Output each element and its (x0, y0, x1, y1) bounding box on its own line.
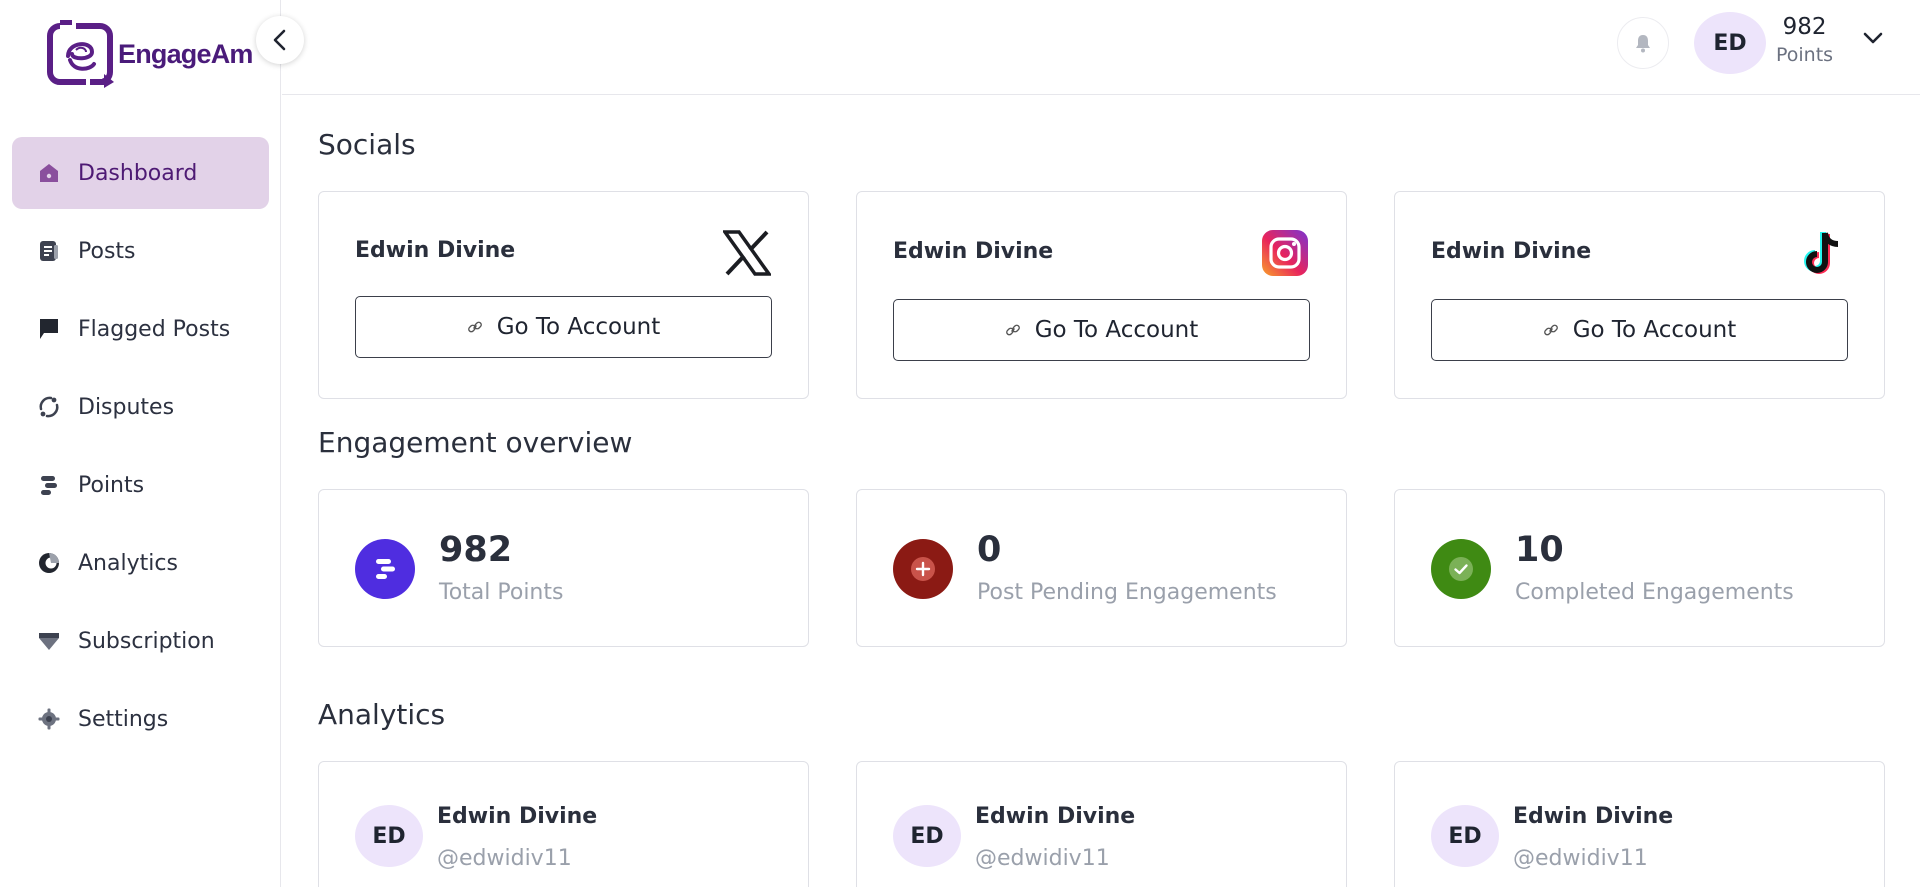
sidebar-item-label: Dashboard (78, 160, 198, 186)
logo-mark-icon (47, 20, 114, 88)
logo-text: EngageAm (118, 38, 253, 69)
user-menu-toggle[interactable] (1862, 30, 1884, 49)
stat-value: 10 (1515, 530, 1564, 570)
sidebar-nav: Dashboard Posts Flagged Posts Disputes P… (12, 137, 269, 761)
sidebar-item-points[interactable]: Points (12, 449, 269, 521)
go-to-account-button[interactable]: Go To Account (893, 299, 1310, 361)
go-to-account-label: Go To Account (496, 314, 661, 340)
plus-icon (893, 539, 953, 599)
flag-icon (36, 316, 62, 342)
header-points-label: Points (1776, 44, 1834, 66)
social-card-tiktok: Edwin Divine Go To Account (1394, 191, 1885, 399)
analytics-account-handle: @edwidiv11 (1513, 846, 1648, 871)
sidebar-item-flagged-posts[interactable]: Flagged Posts (12, 293, 269, 365)
sidebar-item-analytics[interactable]: Analytics (12, 527, 269, 599)
social-account-name: Edwin Divine (1431, 239, 1592, 264)
analytics-account-handle: @edwidiv11 (437, 846, 572, 871)
tiktok-logo-icon (1798, 228, 1848, 278)
stat-card-pending-engagements: 0 Post Pending Engagements (856, 489, 1347, 647)
chevron-left-icon (273, 29, 286, 51)
social-card-instagram: Edwin Divine Go To Account (856, 191, 1347, 399)
stat-card-total-points: 982 Total Points (318, 489, 809, 647)
stat-value: 982 (439, 530, 513, 570)
header-points-value: 982 (1782, 14, 1827, 40)
sidebar-item-label: Flagged Posts (78, 316, 231, 342)
disputes-icon (36, 394, 62, 420)
go-to-account-label: Go To Account (1034, 317, 1199, 343)
home-icon (36, 160, 62, 186)
x-logo-icon (722, 228, 772, 278)
check-icon (1431, 539, 1491, 599)
sidebar-item-subscription[interactable]: Subscription (12, 605, 269, 677)
link-icon (467, 319, 483, 335)
sidebar-item-settings[interactable]: Settings (12, 683, 269, 755)
sidebar: EngageAm Dashboard Posts Flagged Posts D… (0, 0, 281, 887)
engagement-overview-title: Engagement overview (318, 426, 633, 459)
analytics-account-handle: @edwidiv11 (975, 846, 1110, 871)
points-icon (355, 539, 415, 599)
avatar: ED (893, 805, 961, 867)
bell-icon (1636, 35, 1650, 53)
sidebar-item-label: Settings (78, 706, 169, 732)
socials-title: Socials (318, 128, 416, 161)
top-header: ED 982 Points (282, 0, 1920, 95)
sidebar-item-label: Disputes (78, 394, 175, 420)
header-points: 982 Points (1776, 14, 1833, 66)
stat-label: Total Points (439, 580, 564, 605)
collapse-sidebar-button[interactable] (256, 16, 304, 64)
analytics-account-name: Edwin Divine (975, 804, 1136, 829)
go-to-account-label: Go To Account (1572, 317, 1737, 343)
go-to-account-button[interactable]: Go To Account (355, 296, 772, 358)
instagram-logo-icon (1260, 228, 1310, 278)
stat-label: Post Pending Engagements (977, 580, 1277, 605)
link-icon (1543, 322, 1559, 338)
chevron-down-icon (1863, 32, 1883, 44)
analytics-card[interactable]: ED Edwin Divine @edwidiv11 (856, 761, 1347, 887)
sidebar-item-disputes[interactable]: Disputes (12, 371, 269, 443)
user-avatar[interactable]: ED (1694, 12, 1766, 74)
sidebar-item-label: Points (78, 472, 145, 498)
analytics-account-name: Edwin Divine (437, 804, 598, 829)
social-account-name: Edwin Divine (355, 238, 516, 263)
avatar: ED (355, 805, 423, 867)
logo[interactable]: EngageAm (46, 20, 253, 88)
points-icon (36, 472, 62, 498)
analytics-card[interactable]: ED Edwin Divine @edwidiv11 (1394, 761, 1885, 887)
social-account-name: Edwin Divine (893, 239, 1054, 264)
analytics-card[interactable]: ED Edwin Divine @edwidiv11 (318, 761, 809, 887)
stat-label: Completed Engagements (1515, 580, 1794, 605)
diamond-icon (36, 628, 62, 654)
go-to-account-button[interactable]: Go To Account (1431, 299, 1848, 361)
sidebar-item-label: Subscription (78, 628, 215, 654)
analytics-icon (36, 550, 62, 576)
sidebar-item-label: Analytics (78, 550, 178, 576)
stat-value: 0 (977, 530, 1002, 570)
sidebar-item-posts[interactable]: Posts (12, 215, 269, 287)
analytics-account-name: Edwin Divine (1513, 804, 1674, 829)
link-icon (1005, 322, 1021, 338)
stat-card-completed-engagements: 10 Completed Engagements (1394, 489, 1885, 647)
sidebar-item-dashboard[interactable]: Dashboard (12, 137, 269, 209)
analytics-title: Analytics (318, 698, 446, 731)
document-icon (36, 238, 62, 264)
notifications-button[interactable] (1617, 17, 1669, 69)
sidebar-item-label: Posts (78, 238, 136, 264)
gear-icon (36, 706, 62, 732)
avatar: ED (1431, 805, 1499, 867)
social-card-x: Edwin Divine Go To Account (318, 191, 809, 399)
